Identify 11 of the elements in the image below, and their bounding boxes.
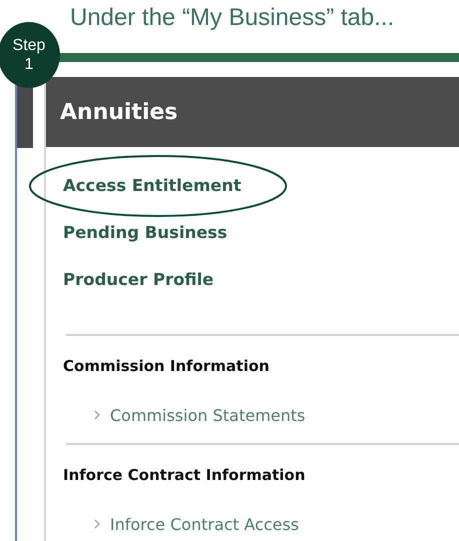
- nav-link[interactable]: Pending Business: [63, 223, 228, 242]
- section-heading: Inforce Contract Information: [63, 465, 306, 486]
- sub-link[interactable]: Commission Statements: [110, 406, 306, 424]
- chevron-icon: [94, 519, 100, 529]
- caption: Under the “My Business” tab...: [70, 4, 394, 31]
- panel-title: Annuities: [60, 100, 178, 124]
- step-badge: Step 1: [0, 22, 60, 88]
- nav-link[interactable]: Producer Profile: [63, 270, 214, 289]
- sub-link[interactable]: Inforce Contract Access: [110, 514, 299, 534]
- chevron-icon: [94, 410, 100, 420]
- section-heading: Commission Information: [63, 356, 270, 377]
